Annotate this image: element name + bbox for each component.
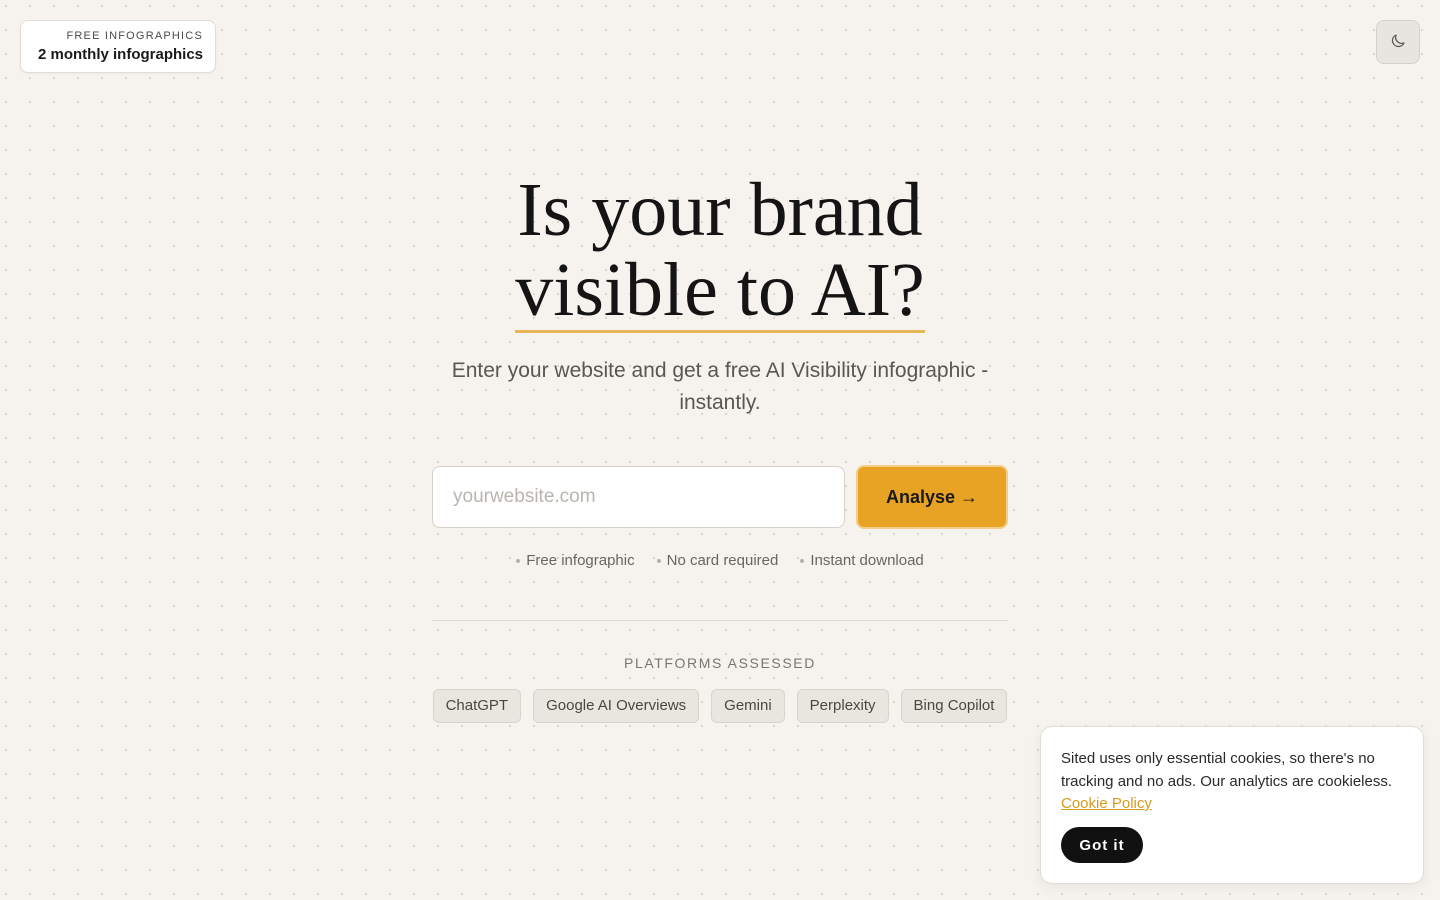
platform-chip-chatgpt: ChatGPT	[432, 689, 522, 723]
website-url-input[interactable]	[432, 466, 845, 528]
section-divider	[432, 620, 1008, 621]
hero-headline: Is your brand visible to AI?	[0, 170, 1440, 333]
cookie-text: Sited uses only essential cookies, so th…	[1061, 750, 1393, 790]
analyse-button[interactable]: Analyse →	[856, 465, 1008, 529]
platforms-list: ChatGPT Google AI Overviews Gemini Perpl…	[0, 689, 1440, 723]
platforms-label: PLATFORMS ASSESSED	[624, 655, 816, 671]
platform-chip-gemini: Gemini	[711, 689, 785, 723]
platform-chip-perplexity: Perplexity	[796, 689, 889, 723]
hero-section: Is your brand visible to AI? Enter your …	[0, 170, 1440, 419]
quota-kicker: FREE INFOGRAPHICS	[66, 30, 203, 42]
analyse-form: Analyse →	[432, 465, 1008, 529]
moon-icon	[1389, 32, 1407, 53]
perk-label: No card required	[666, 552, 779, 569]
headline-line-1: Is your brand	[517, 168, 923, 252]
cookie-banner: Sited uses only essential cookies, so th…	[1040, 726, 1424, 884]
infographic-quota-badge: FREE INFOGRAPHICS 2 monthly infographics	[20, 20, 216, 73]
perk-item: Free infographic	[516, 552, 635, 569]
platform-chip-bing-copilot: Bing Copilot	[900, 689, 1008, 723]
headline-line-2: visible to AI?	[515, 248, 925, 333]
bullet-dot-icon	[516, 558, 521, 563]
perk-label: Free infographic	[526, 552, 635, 569]
platform-chip-google-ai-overviews: Google AI Overviews	[533, 689, 700, 723]
bullet-dot-icon	[800, 558, 805, 563]
bullet-dot-icon	[656, 558, 661, 563]
theme-toggle-button[interactable]	[1376, 20, 1420, 64]
cookie-policy-link[interactable]: Cookie Policy	[1061, 793, 1152, 815]
perk-item: No card required	[656, 552, 779, 569]
hero-subtitle: Enter your website and get a free AI Vis…	[451, 359, 989, 414]
perk-item: Instant download	[800, 552, 924, 569]
perks-list: Free infographic No card required Instan…	[0, 552, 1440, 569]
quota-value: 2 monthly infographics	[37, 46, 203, 63]
cookie-accept-button[interactable]: Got it	[1061, 827, 1143, 863]
perk-label: Instant download	[810, 552, 924, 569]
